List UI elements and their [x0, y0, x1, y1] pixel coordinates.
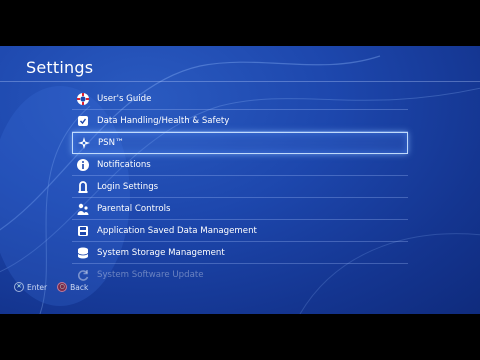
psn-icon — [77, 136, 91, 150]
menu-item-notifications[interactable]: Notifications — [72, 154, 408, 176]
menu-item-data-handling[interactable]: Data Handling/Health & Safety — [72, 110, 408, 132]
shield-check-icon — [76, 114, 90, 128]
page-title: Settings — [26, 58, 94, 77]
menu-item-users-guide[interactable]: User's Guide — [72, 88, 408, 110]
circle-button-icon: ○ — [57, 282, 68, 292]
lifebuoy-icon — [76, 92, 90, 106]
menu-item-label: System Storage Management — [97, 247, 225, 258]
info-icon — [76, 158, 90, 172]
parental-icon — [76, 202, 90, 216]
button-hints: ✕ Enter ○ Back — [14, 282, 88, 292]
back-label: Back — [70, 282, 89, 292]
enter-hint[interactable]: ✕ Enter — [14, 282, 47, 292]
saved-data-icon — [76, 224, 90, 238]
enter-label: Enter — [27, 282, 48, 292]
menu-item-label: Notifications — [97, 159, 151, 170]
ps4-settings-screen: Settings User's Guide Data Handling/Heal… — [0, 46, 480, 314]
update-icon — [76, 268, 90, 282]
menu-item-label: User's Guide — [97, 93, 152, 104]
title-divider — [0, 81, 480, 82]
menu-item-label: Application Saved Data Management — [97, 225, 257, 236]
settings-menu: User's Guide Data Handling/Health & Safe… — [72, 88, 408, 285]
back-hint[interactable]: ○ Back — [57, 282, 88, 292]
menu-item-label: System Software Update — [97, 269, 204, 280]
login-icon — [76, 180, 90, 194]
menu-item-label: Login Settings — [97, 181, 159, 192]
menu-item-psn[interactable]: PSN™ — [72, 132, 408, 154]
menu-item-storage[interactable]: System Storage Management — [72, 242, 408, 264]
menu-item-parental-controls[interactable]: Parental Controls — [72, 198, 408, 220]
storage-icon — [76, 246, 90, 260]
menu-item-system-update[interactable]: System Software Update — [72, 264, 408, 285]
menu-item-label: Data Handling/Health & Safety — [97, 115, 230, 126]
menu-item-label: Parental Controls — [97, 203, 171, 214]
menu-item-login-settings[interactable]: Login Settings — [72, 176, 408, 198]
menu-item-label: PSN™ — [98, 138, 124, 148]
cross-button-icon: ✕ — [14, 282, 24, 292]
menu-item-saved-data[interactable]: Application Saved Data Management — [72, 220, 408, 242]
